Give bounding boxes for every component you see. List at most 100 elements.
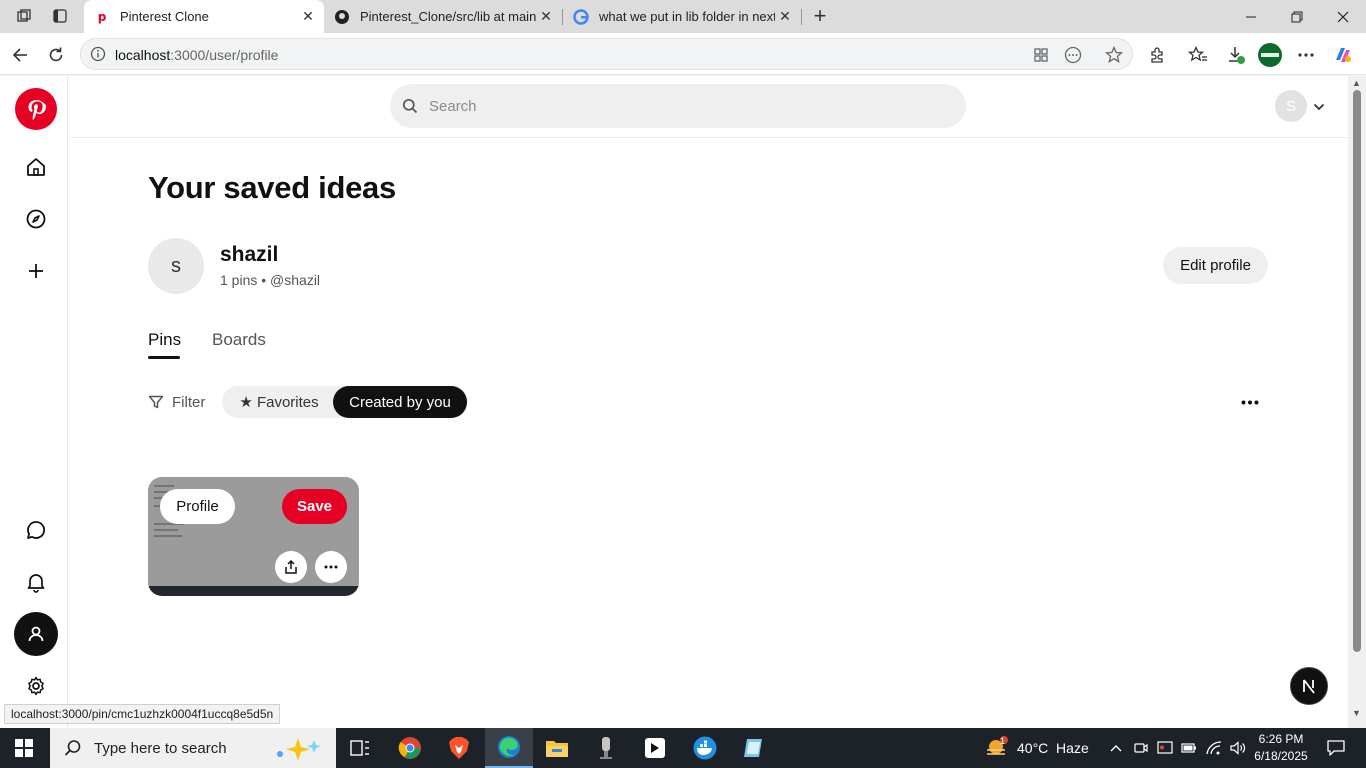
- refresh-icon[interactable]: [42, 41, 70, 69]
- pin-save-button[interactable]: Save: [282, 489, 347, 524]
- page-viewport: Search S Your saved ideas s shazil 1 pin…: [0, 76, 1348, 728]
- notifications-bell-icon[interactable]: [14, 560, 58, 604]
- tab-separator: [801, 9, 802, 25]
- profile-nav-button[interactable]: [14, 612, 58, 656]
- scrollbar-thumb[interactable]: [1353, 90, 1361, 652]
- close-tab-icon[interactable]: ✕: [298, 7, 318, 27]
- chevron-down-icon[interactable]: [1313, 98, 1325, 116]
- more-options-icon[interactable]: [1237, 390, 1263, 414]
- docker-icon[interactable]: [681, 728, 729, 768]
- notification-center-icon[interactable]: [1318, 728, 1354, 768]
- weather-badge-count: 1: [1000, 736, 1006, 746]
- google-favicon-icon: [573, 8, 589, 25]
- minimize-button[interactable]: [1228, 0, 1274, 33]
- active-tab-underline: [148, 356, 180, 359]
- pin-card[interactable]: Profile Save: [148, 477, 359, 596]
- filter-label: Filter: [172, 393, 206, 411]
- site-info-icon[interactable]: [90, 46, 106, 62]
- chip-favorites[interactable]: ★ Favorites: [226, 386, 332, 418]
- restore-button[interactable]: [1274, 0, 1320, 33]
- search-icon: [402, 98, 418, 119]
- header-user-avatar[interactable]: S: [1275, 90, 1307, 122]
- tab-pinterest-clone[interactable]: p Pinterest Clone ✕: [84, 0, 324, 33]
- user-icon: [28, 626, 44, 642]
- scroll-down-arrow-icon[interactable]: ▼: [1352, 708, 1361, 718]
- taskbar-search-input[interactable]: Type here to search: [50, 728, 336, 768]
- tab-title: what we put in lib folder in nextjs: [599, 9, 775, 24]
- search-input[interactable]: Search: [390, 84, 966, 128]
- page-title: Your saved ideas: [148, 170, 396, 205]
- extensions-icon[interactable]: [1143, 41, 1171, 69]
- weather-text: 40°C Haze: [1017, 740, 1089, 756]
- chrome-icon[interactable]: [386, 728, 434, 768]
- page-scrollbar[interactable]: ▲ ▼: [1348, 76, 1366, 728]
- recorder-icon[interactable]: [582, 728, 630, 768]
- haze-weather-icon: [987, 736, 1008, 755]
- pin-more-icon[interactable]: [315, 551, 347, 583]
- edit-profile-button[interactable]: Edit profile: [1163, 247, 1268, 284]
- workspaces-icon[interactable]: [10, 4, 38, 28]
- home-icon[interactable]: [14, 145, 58, 189]
- clock-time: 6:26 PM: [1258, 732, 1304, 746]
- tab-title: Pinterest Clone: [120, 9, 209, 24]
- url-text: localhost:3000/user/profile: [115, 47, 279, 63]
- clock-date: 6/18/2025: [1254, 749, 1308, 763]
- app-available-icon[interactable]: [1030, 44, 1052, 66]
- chip-created-by-you[interactable]: Created by you: [333, 386, 467, 418]
- filter-button[interactable]: Filter: [148, 392, 205, 412]
- battery-icon[interactable]: [1178, 728, 1200, 768]
- scroll-up-arrow-icon[interactable]: ▲: [1352, 78, 1361, 88]
- taskbar-search-placeholder: Type here to search: [94, 739, 227, 757]
- search-placeholder: Search: [429, 98, 477, 115]
- wifi-icon[interactable]: [1203, 728, 1225, 768]
- copilot-icon[interactable]: [1329, 41, 1357, 69]
- windows-taskbar: Type here to search 1 40°C Haze 6:26 PM …: [0, 728, 1366, 768]
- nextjs-dev-icon[interactable]: [1290, 667, 1328, 705]
- favorite-star-icon[interactable]: [1103, 44, 1125, 66]
- volume-icon[interactable]: [1227, 728, 1249, 768]
- browser-tab-strip: p Pinterest Clone ✕ Pinterest_Clone/src/…: [0, 0, 1366, 33]
- back-icon[interactable]: [6, 41, 34, 69]
- address-bar[interactable]: localhost:3000/user/profile: [80, 38, 1133, 70]
- pin-profile-button[interactable]: Profile: [160, 489, 235, 524]
- favorites-icon[interactable]: [1184, 41, 1212, 69]
- brave-icon[interactable]: [435, 728, 483, 768]
- notes-app-icon[interactable]: [729, 728, 777, 768]
- close-tab-icon[interactable]: ✕: [775, 7, 795, 27]
- settings-more-icon[interactable]: [1292, 41, 1320, 69]
- explore-compass-icon[interactable]: [14, 197, 58, 241]
- file-explorer-icon[interactable]: [533, 728, 581, 768]
- profile-name: shazil: [220, 243, 279, 266]
- pin-filter-chips: ★ Favorites Created by you: [222, 386, 468, 418]
- show-hidden-icons-icon[interactable]: [1106, 728, 1126, 768]
- close-tab-icon[interactable]: ✕: [536, 7, 556, 27]
- top-header: Search S: [69, 76, 1348, 138]
- tab-pins[interactable]: Pins: [148, 330, 181, 350]
- profile-meta: 1 pins • @shazil: [220, 272, 321, 288]
- profile-avatar-icon[interactable]: [1256, 41, 1284, 69]
- tab-google-search[interactable]: what we put in lib folder in nextjs ✕: [563, 0, 801, 33]
- pinterest-logo-icon[interactable]: [15, 88, 57, 130]
- close-window-button[interactable]: [1320, 0, 1366, 33]
- task-view-icon[interactable]: [336, 728, 384, 768]
- tab-github[interactable]: Pinterest_Clone/src/lib at main · N ✕: [324, 0, 562, 33]
- screen-capture-icon[interactable]: [1154, 728, 1176, 768]
- tab-actions-icon[interactable]: [46, 4, 74, 28]
- pinterest-favicon-icon: p: [94, 9, 110, 25]
- more-tools-icon[interactable]: [1062, 44, 1084, 66]
- new-tab-button[interactable]: +: [806, 3, 834, 28]
- share-icon[interactable]: [275, 551, 307, 583]
- terminal-app-icon[interactable]: [631, 728, 679, 768]
- profile-avatar: s: [148, 238, 204, 294]
- downloads-icon[interactable]: [1222, 41, 1250, 69]
- meet-now-icon[interactable]: [1131, 728, 1151, 768]
- filter-funnel-icon: [148, 395, 164, 409]
- create-plus-icon[interactable]: [14, 249, 58, 293]
- taskbar-clock[interactable]: 6:26 PM 6/18/2025: [1254, 731, 1308, 765]
- weather-widget[interactable]: 1 40°C Haze: [985, 728, 1089, 768]
- tab-boards[interactable]: Boards: [212, 330, 266, 350]
- windows-start-icon[interactable]: [0, 728, 48, 768]
- settings-gear-icon[interactable]: [14, 664, 58, 708]
- messages-icon[interactable]: [14, 508, 58, 552]
- edge-icon[interactable]: [485, 728, 533, 768]
